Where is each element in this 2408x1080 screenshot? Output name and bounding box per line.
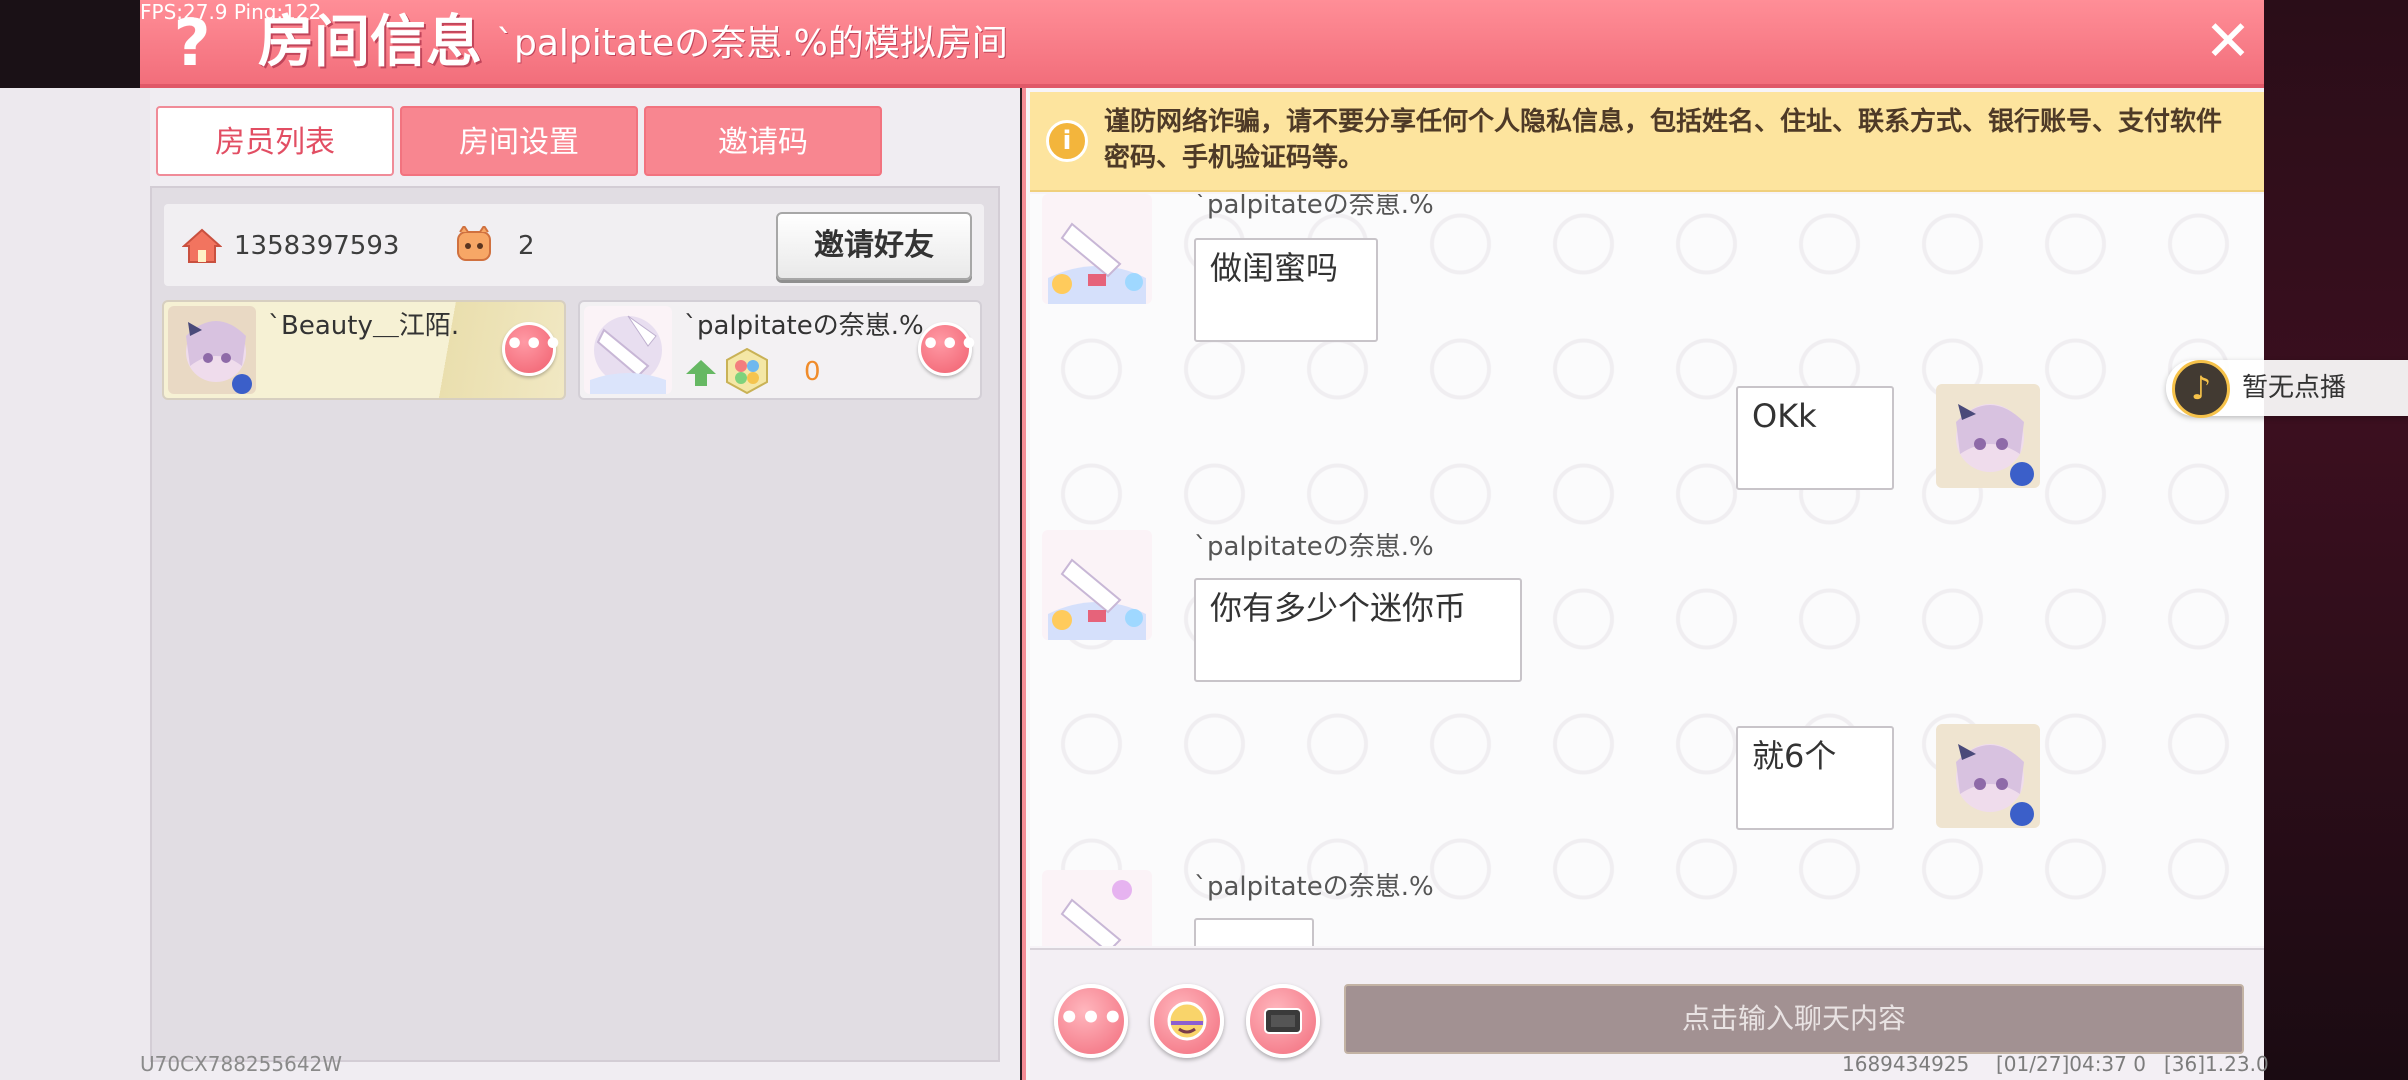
chat-messages[interactable]: `palpitateの奈崽.% 做闺蜜吗 OKk `palpitateの奈崽.%… [1030, 194, 2264, 946]
member-name: `Beauty＿江陌. [268, 311, 460, 341]
chat-panel: i 谨防网络诈骗，请不要分享任何个人隐私信息，包括姓名、住址、联系方式、银行账号… [1022, 88, 2264, 1080]
avatar[interactable] [1042, 870, 1152, 946]
message-sender: `palpitateの奈崽.% [1194, 532, 1434, 562]
room-id: 1358397593 [234, 231, 400, 261]
now-playing-label: 暂无点播 [2242, 373, 2347, 403]
status-version: [36]1.23.0 [2164, 1052, 2269, 1076]
avatar[interactable] [1936, 724, 2040, 828]
invite-friends-button[interactable]: 邀请好友 [776, 212, 972, 280]
avatar [168, 306, 256, 394]
avatar[interactable] [1936, 384, 2040, 488]
message-sender: `palpitateの奈崽.% [1194, 194, 1434, 220]
background-left [0, 88, 150, 1080]
background-right [2264, 0, 2408, 1080]
avatar [584, 306, 672, 394]
more-options-button[interactable]: ••• [1054, 984, 1128, 1058]
member-more-button[interactable]: ••• [918, 322, 979, 376]
member-card[interactable]: `Beauty＿江陌. ••• [162, 300, 566, 400]
emoji-icon [1167, 1001, 1207, 1041]
message-bubble[interactable] [1194, 918, 1314, 946]
close-button[interactable]: ✕ [2198, 12, 2258, 72]
background-dark [0, 0, 140, 88]
avatar[interactable] [1042, 194, 1152, 304]
member-card[interactable]: `palpitateの奈崽.% 0 ••• [578, 300, 982, 400]
tab-member-list[interactable]: 房员列表 [156, 106, 394, 176]
tab-invite-code[interactable]: 邀请码 [644, 106, 882, 176]
member-name: `palpitateの奈崽.% [684, 311, 924, 341]
keyboard-icon [1264, 1008, 1302, 1034]
info-icon: i [1046, 120, 1088, 162]
room-name: `palpitateの奈崽.%的模拟房间 [496, 23, 1008, 64]
avatar[interactable] [1042, 530, 1152, 640]
member-count: 2 [518, 231, 535, 261]
message-bubble[interactable]: OKk [1736, 386, 1894, 490]
warning-text: 谨防网络诈骗，请不要分享任何个人隐私信息，包括姓名、住址、联系方式、银行账号、支… [1104, 107, 2223, 173]
fraud-warning-banner: i 谨防网络诈骗，请不要分享任何个人隐私信息，包括姓名、住址、联系方式、银行账号… [1030, 92, 2264, 192]
chat-input[interactable]: 点击输入聊天内容 [1344, 984, 2244, 1054]
music-note-icon: ♪ [2172, 360, 2230, 418]
user-code: U70CX788255642W [140, 1052, 343, 1076]
emoji-button[interactable] [1150, 984, 1224, 1058]
member-count-icon [457, 226, 491, 261]
room-members-panel: 房员列表 房间设置 邀请码 1358397593 2 邀请好友 `Beauty＿… [150, 88, 1020, 1080]
member-level: 0 [804, 357, 821, 387]
upgrade-arrow-icon [686, 360, 716, 386]
now-playing-widget[interactable]: ♪ 暂无点播 [2166, 360, 2408, 418]
message-bubble[interactable]: 就6个 [1736, 726, 1894, 830]
message-bubble[interactable]: 做闺蜜吗 [1194, 238, 1378, 342]
quick-phrase-button[interactable] [1246, 984, 1320, 1058]
tab-room-settings[interactable]: 房间设置 [400, 106, 638, 176]
status-datetime: [01/27]04:37 0 [1996, 1052, 2146, 1076]
member-more-button[interactable]: ••• [502, 322, 563, 376]
member-list-container: 1358397593 2 邀请好友 `Beauty＿江陌. ••• `palpi… [150, 186, 1000, 1062]
message-bubble[interactable]: 你有多少个迷你币 [1194, 578, 1522, 682]
fps-readout: FPS:27.9 Ping:122 [140, 0, 322, 24]
house-icon [182, 228, 222, 263]
message-sender: `palpitateの奈崽.% [1194, 872, 1434, 902]
header-bar: ? 房间信息 `palpitateの奈崽.%的模拟房间 ✕ [140, 0, 2264, 88]
status-uid: 1689434925 [1842, 1052, 1970, 1076]
level-badge-icon [726, 348, 768, 394]
room-info-bar: 1358397593 2 邀请好友 [164, 204, 984, 286]
